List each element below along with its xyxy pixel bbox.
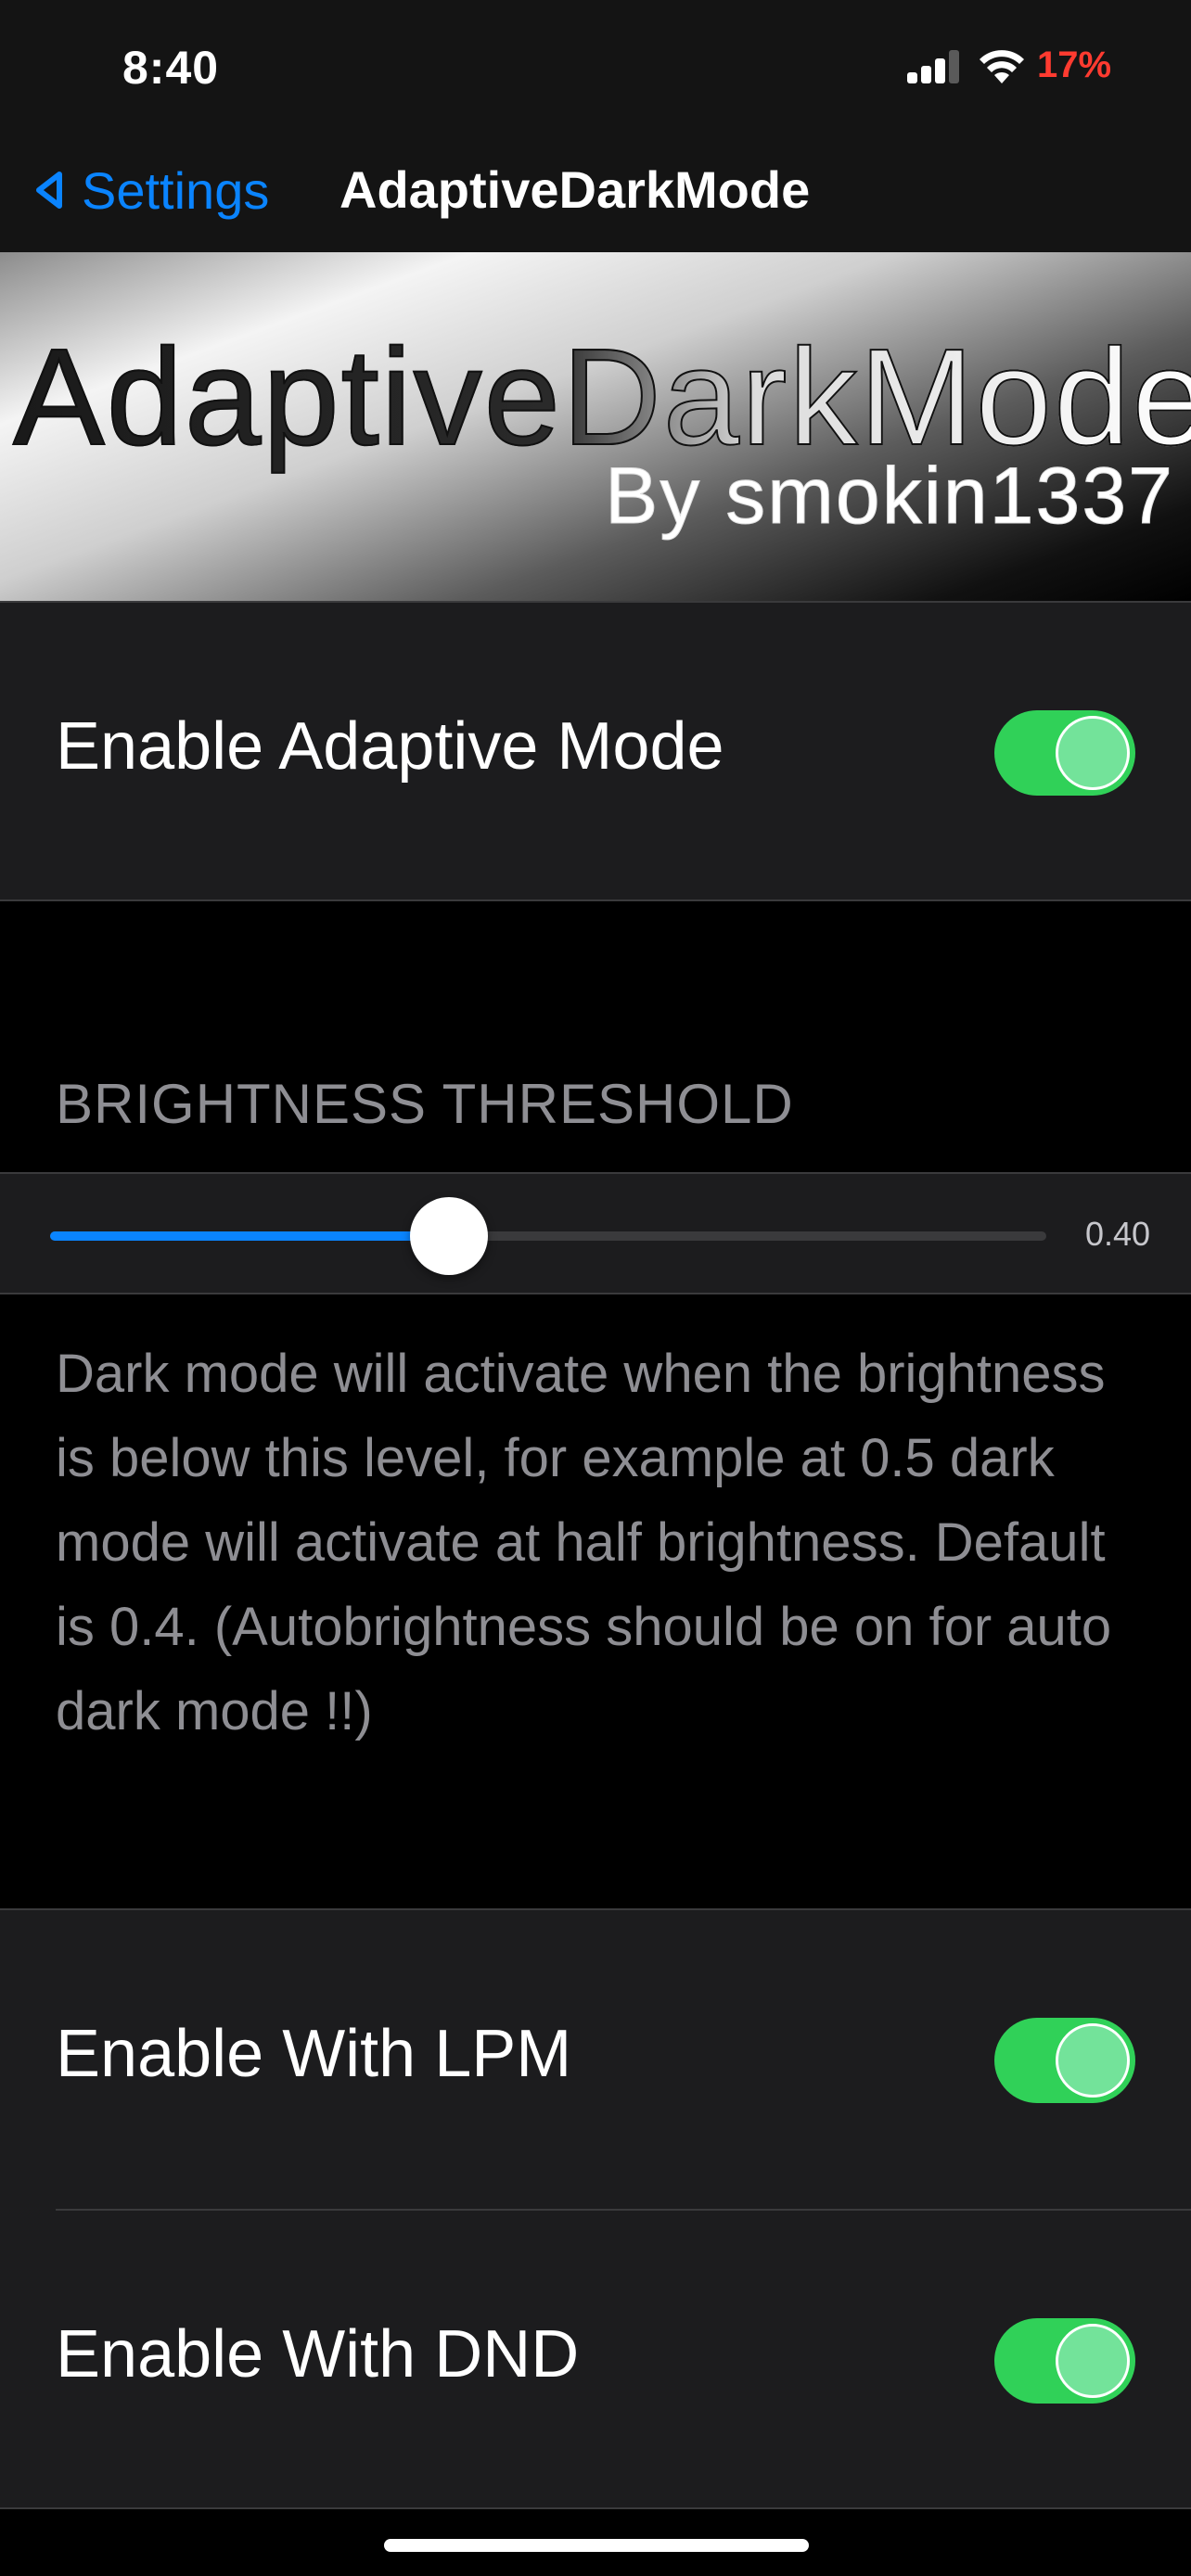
- row-divider: [56, 2209, 1191, 2211]
- tweak-banner: AdaptiveDarkMode By smokin1337: [0, 252, 1191, 601]
- dnd-toggle[interactable]: [994, 2318, 1135, 2404]
- settings-page: 8:40 17% Settings AdaptiveDarkMode Adapt…: [0, 0, 1191, 2576]
- navigation-bar: Settings AdaptiveDarkMode: [0, 139, 1191, 252]
- adaptive-mode-row: Enable Adaptive Mode: [0, 601, 1191, 901]
- banner-author: By smokin1337: [605, 452, 1174, 542]
- slider-thumb[interactable]: [409, 1197, 488, 1275]
- brightness-value: 0.40: [1085, 1215, 1150, 1253]
- back-button-label: Settings: [82, 160, 270, 220]
- toggle-knob: [1056, 2324, 1130, 2398]
- brightness-section-header: BRIGHTNESS THRESHOLD: [56, 1073, 794, 1135]
- toggle-group: Enable With LPM Enable With DND: [0, 1908, 1191, 2509]
- back-chevron-icon: [36, 172, 62, 209]
- brightness-slider-row: 0.40: [0, 1172, 1191, 1294]
- status-time: 8:40: [122, 42, 220, 94]
- adaptive-mode-toggle[interactable]: [994, 710, 1135, 796]
- dnd-label: Enable With DND: [56, 2317, 580, 2391]
- wifi-icon: [980, 50, 1024, 83]
- page-title: AdaptiveDarkMode: [339, 160, 811, 219]
- back-button[interactable]: Settings: [32, 158, 269, 223]
- cellular-signal-icon: [907, 50, 963, 83]
- slider-fill: [50, 1231, 449, 1241]
- home-indicator[interactable]: [384, 2539, 809, 2552]
- lpm-toggle[interactable]: [994, 2018, 1135, 2103]
- adaptive-mode-label: Enable Adaptive Mode: [56, 709, 724, 784]
- brightness-slider[interactable]: [50, 1197, 1046, 1275]
- toggle-knob: [1056, 2023, 1130, 2098]
- brightness-footer-text: Dark mode will activate when the brightn…: [56, 1344, 1112, 1741]
- lpm-label: Enable With LPM: [56, 2017, 572, 2091]
- toggle-knob: [1056, 716, 1130, 790]
- status-bar: 8:40 17%: [0, 0, 1191, 139]
- battery-percentage: 17%: [1037, 45, 1112, 85]
